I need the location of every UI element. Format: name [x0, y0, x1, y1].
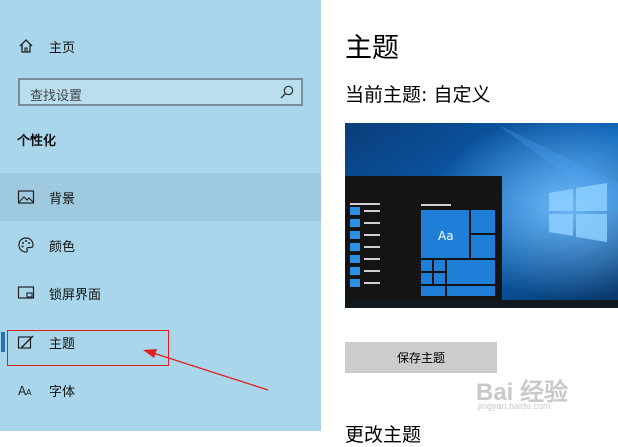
preview-tile-text: Aa [438, 229, 454, 243]
sidebar-item-label: 颜色 [49, 239, 76, 255]
sidebar-item-fonts[interactable]: AA 字体 [0, 366, 321, 414]
change-theme-heading: 更改主题 [345, 424, 422, 446]
palette-icon [16, 235, 36, 255]
settings-sidebar: 主页 查找设置 个性化 背景 颜色 锁屏界面 主题 AA 字体 [0, 0, 321, 431]
section-title: 个性化 [17, 134, 57, 149]
sidebar-item-background[interactable]: 背景 [0, 173, 321, 221]
main-panel: 主题 当前主题: 自定义 Aa 保存主题 更改主题 [321, 0, 618, 446]
baidu-watermark-url: jingyan.baidu.com [478, 401, 551, 411]
sidebar-item-colors[interactable]: 颜色 [0, 221, 321, 269]
current-theme-label: 当前主题: 自定义 [345, 84, 491, 106]
lock-screen-icon [16, 283, 36, 303]
search-input[interactable]: 查找设置 [18, 78, 303, 106]
nav-home[interactable]: 主页 [0, 22, 321, 70]
sidebar-item-label: 背景 [49, 191, 76, 207]
sidebar-item-label: 字体 [49, 384, 76, 400]
save-theme-button[interactable]: 保存主题 [345, 342, 497, 373]
selection-accent-bar [1, 332, 5, 352]
desktop-wallpaper-image: Aa [345, 123, 618, 308]
sidebar-item-lock-screen[interactable]: 锁屏界面 [0, 269, 321, 317]
theme-preview[interactable]: Aa [345, 123, 618, 308]
search-icon[interactable] [279, 84, 295, 100]
search-placeholder: 查找设置 [30, 89, 83, 104]
sidebar-item-label: 锁屏界面 [49, 287, 102, 303]
font-icon: AA [16, 380, 36, 400]
annotation-highlight-box [7, 330, 169, 366]
nav-home-label: 主页 [49, 40, 76, 56]
home-icon [16, 36, 36, 56]
picture-icon [16, 187, 36, 207]
svg-text:A: A [26, 388, 32, 397]
page-title: 主题 [345, 33, 399, 64]
